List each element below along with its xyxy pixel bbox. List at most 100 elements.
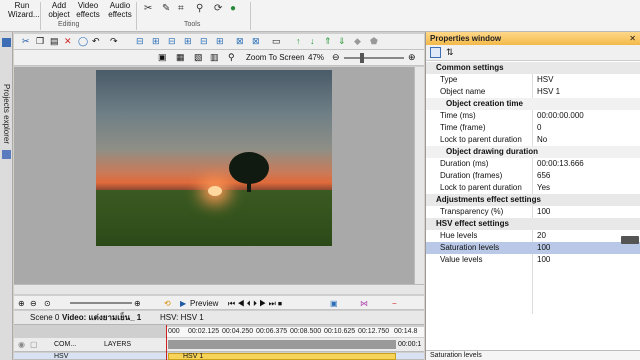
- fit-timeline-icon[interactable]: ⊙: [44, 298, 51, 309]
- cut-icon[interactable]: ✂: [22, 36, 30, 47]
- stretch-2-icon[interactable]: ⊠: [252, 36, 260, 47]
- crop-icon[interactable]: ⌗: [178, 3, 184, 14]
- property-section[interactable]: Common settings: [426, 62, 640, 74]
- delete-icon[interactable]: ✕: [64, 36, 72, 47]
- zoom-icon[interactable]: ⚲: [196, 3, 203, 14]
- layout-icon[interactable]: ▥: [210, 52, 219, 63]
- property-row[interactable]: Duration (ms) 00:00:13.666: [426, 158, 640, 170]
- align-top-icon[interactable]: ⊞: [184, 36, 192, 47]
- paste-icon[interactable]: ▤: [50, 36, 59, 47]
- play-icon[interactable]: ▶: [180, 298, 186, 309]
- scissors-icon[interactable]: ✂: [144, 3, 152, 14]
- property-row[interactable]: Transparency (%) 100: [426, 206, 640, 218]
- property-value[interactable]: 0: [537, 122, 541, 134]
- hsv-clip[interactable]: HSV 1: [168, 353, 396, 360]
- layers-row[interactable]: ◉ ▢ COM... LAYERS 00:00:1: [14, 338, 424, 352]
- timeline-ruler[interactable]: 000 00:02.125 00:04.250 00:06.375 00:08.…: [166, 327, 424, 337]
- property-row[interactable]: Time (ms) 00:00:00.000: [426, 110, 640, 122]
- property-row[interactable]: Hue levels 20: [426, 230, 640, 242]
- property-row[interactable]: Object name HSV 1: [426, 86, 640, 98]
- property-value[interactable]: HSV: [537, 74, 553, 86]
- zoom-slider-thumb[interactable]: [360, 53, 364, 63]
- copy-icon[interactable]: ❐: [36, 36, 44, 47]
- lock-icon[interactable]: ▢: [30, 340, 38, 349]
- align-bottom-icon[interactable]: ⊞: [216, 36, 224, 47]
- property-section[interactable]: Object drawing duration: [426, 146, 640, 158]
- move-down-icon[interactable]: ↓: [310, 36, 315, 47]
- window-icon[interactable]: [2, 150, 11, 159]
- property-value[interactable]: 20: [537, 230, 546, 242]
- property-section[interactable]: Object creation time: [426, 98, 640, 110]
- property-value[interactable]: No: [537, 134, 547, 146]
- export-icon[interactable]: ▣: [330, 298, 338, 309]
- eye-icon[interactable]: ◉: [18, 340, 25, 349]
- move-top-icon[interactable]: ⇑: [324, 36, 332, 47]
- snap-icon[interactable]: ▧: [194, 52, 203, 63]
- grid-icon[interactable]: ▦: [176, 52, 185, 63]
- undo-icon[interactable]: ↶: [92, 36, 100, 47]
- property-row[interactable]: Saturation levels 100: [426, 242, 640, 254]
- property-row[interactable]: Duration (frames) 656: [426, 170, 640, 182]
- move-bottom-icon[interactable]: ⇓: [338, 36, 346, 47]
- shape-icon[interactable]: ⬟: [370, 36, 378, 47]
- property-value[interactable]: 656: [537, 170, 550, 182]
- property-value[interactable]: 100: [537, 206, 550, 218]
- redo-icon[interactable]: ↷: [110, 36, 118, 47]
- remove-icon[interactable]: −: [392, 298, 397, 309]
- sort-icon[interactable]: ⇅: [446, 47, 454, 58]
- property-row[interactable]: Type HSV: [426, 74, 640, 86]
- zoom-percent[interactable]: 47%: [308, 52, 324, 63]
- property-section[interactable]: HSV effect settings: [426, 218, 640, 230]
- projects-explorer-tab[interactable]: Projects explorer: [2, 84, 11, 144]
- audio-effects-button[interactable]: Audio effects: [106, 1, 134, 19]
- property-row[interactable]: Value levels 100: [426, 254, 640, 266]
- align-center-icon[interactable]: ⊞: [152, 36, 160, 47]
- vertical-scrollbar[interactable]: [414, 67, 424, 284]
- fit-icon[interactable]: ▭: [272, 36, 281, 47]
- property-section[interactable]: Adjustments effect settings: [426, 194, 640, 206]
- record-icon[interactable]: ●: [230, 3, 236, 14]
- align-right-icon[interactable]: ⊟: [168, 36, 176, 47]
- rotate-icon[interactable]: ⟳: [214, 3, 222, 14]
- close-icon[interactable]: ✕: [629, 34, 636, 43]
- zoom-slider[interactable]: [344, 57, 404, 59]
- horizontal-scrollbar[interactable]: [14, 284, 424, 294]
- timeline-zoom-plus-icon[interactable]: ⊕: [134, 298, 141, 309]
- property-value[interactable]: 100: [537, 254, 550, 266]
- zoom-in-timeline-icon[interactable]: ⊕: [18, 298, 25, 309]
- property-value[interactable]: 00:00:13.666: [537, 158, 584, 170]
- transport-controls-icon[interactable]: ⏮ ◀ ⏴ ⏵ ▶ ⏭ ⏹: [228, 298, 282, 309]
- property-row[interactable]: Lock to parent duration Yes: [426, 182, 640, 194]
- run-wizard-button[interactable]: Run Wizard...: [8, 1, 40, 19]
- video-effects-button[interactable]: Video effects: [76, 1, 100, 19]
- frame-icon[interactable]: ▣: [158, 52, 167, 63]
- stretch-icon[interactable]: ⊠: [236, 36, 244, 47]
- add-object-button[interactable]: Add object: [44, 1, 74, 19]
- split-icon[interactable]: ⋈: [360, 298, 368, 309]
- property-value[interactable]: 100: [537, 242, 550, 254]
- property-value[interactable]: HSV 1: [537, 86, 560, 98]
- preview-button[interactable]: Preview: [190, 298, 218, 309]
- move-up-icon[interactable]: ↑: [296, 36, 301, 47]
- loop-icon[interactable]: ⟲: [164, 298, 171, 309]
- property-value[interactable]: 00:00:00.000: [537, 110, 584, 122]
- zoom-out-timeline-icon[interactable]: ⊖: [30, 298, 37, 309]
- timeline-zoom-slider[interactable]: [70, 302, 132, 304]
- pen-icon[interactable]: ✎: [162, 3, 170, 14]
- property-row[interactable]: Lock to parent duration No: [426, 134, 640, 146]
- preview-image[interactable]: [96, 70, 332, 246]
- property-row[interactable]: Time (frame) 0: [426, 122, 640, 134]
- align-middle-icon[interactable]: ⊟: [200, 36, 208, 47]
- circle-icon[interactable]: ◯: [78, 36, 88, 47]
- project-icon[interactable]: [2, 38, 11, 47]
- zoom-in-icon[interactable]: ⊕: [408, 52, 416, 63]
- property-value[interactable]: Yes: [537, 182, 550, 194]
- zoom-to-screen-button[interactable]: Zoom To Screen: [246, 52, 305, 63]
- tab-hsv[interactable]: HSV: HSV 1: [160, 313, 204, 323]
- tab-video[interactable]: Video: แต่งยามเย็น_ 1: [62, 313, 141, 323]
- layers-bar[interactable]: [168, 340, 396, 349]
- playhead[interactable]: [166, 325, 167, 360]
- hsv-row[interactable]: HSV HSV 1: [14, 325, 424, 360]
- group-icon[interactable]: ◆: [354, 36, 361, 47]
- zoom-out-icon[interactable]: ⊖: [332, 52, 340, 63]
